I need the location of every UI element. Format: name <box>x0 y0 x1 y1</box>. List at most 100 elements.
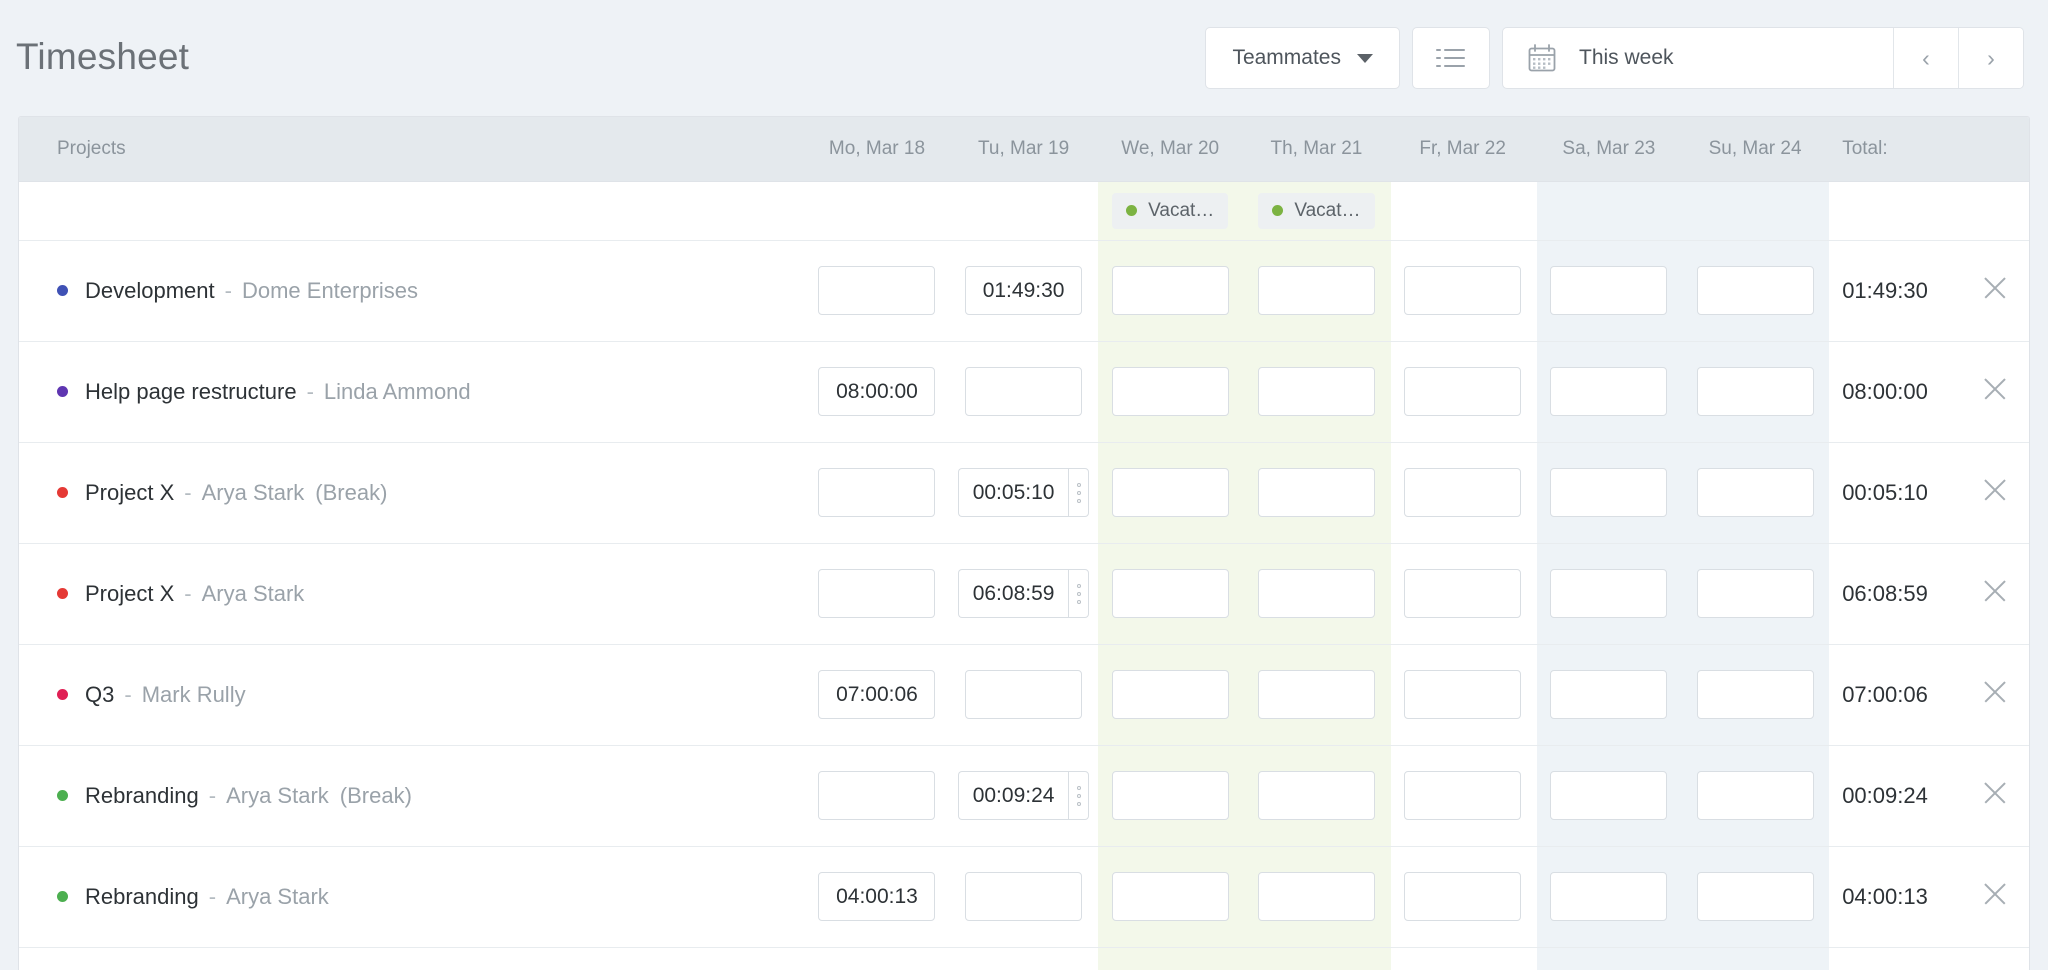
row-total: 00:05:10 <box>1828 442 1961 543</box>
time-input[interactable] <box>1697 569 1814 618</box>
time-input[interactable] <box>818 367 935 416</box>
time-input[interactable] <box>1550 468 1667 517</box>
time-input[interactable] <box>958 468 1068 517</box>
time-input[interactable] <box>1404 266 1521 315</box>
entry-options-handle-icon[interactable] <box>1068 569 1089 618</box>
time-input[interactable] <box>958 569 1068 618</box>
time-input[interactable] <box>1112 367 1229 416</box>
time-input[interactable] <box>1258 367 1375 416</box>
project-name[interactable]: Rebranding <box>85 783 199 809</box>
time-cell-2 <box>1097 644 1243 745</box>
time-input[interactable] <box>1258 771 1375 820</box>
delete-row-icon[interactable] <box>1980 576 2010 606</box>
time-input[interactable] <box>965 367 1082 416</box>
previous-week-button[interactable]: ‹ <box>1893 28 1958 88</box>
time-input[interactable] <box>965 872 1082 921</box>
time-input[interactable] <box>818 266 935 315</box>
time-input[interactable] <box>818 670 935 719</box>
project-name[interactable]: Development <box>85 278 215 304</box>
time-input[interactable] <box>818 569 935 618</box>
project-client[interactable]: Dome Enterprises <box>242 278 418 304</box>
time-input[interactable] <box>1550 771 1667 820</box>
date-range-selector[interactable]: This week <box>1503 28 1893 88</box>
time-cell-2 <box>1097 745 1243 846</box>
time-input[interactable] <box>1550 872 1667 921</box>
time-input[interactable] <box>1112 872 1229 921</box>
column-header-day-6: Su, Mar 24 <box>1682 117 1828 181</box>
time-input[interactable] <box>1258 670 1375 719</box>
time-input[interactable] <box>818 771 935 820</box>
time-cell-6 <box>1682 442 1828 543</box>
time-cell-4 <box>1390 745 1536 846</box>
delete-row-icon[interactable] <box>1980 879 2010 909</box>
time-input[interactable] <box>1404 771 1521 820</box>
time-input[interactable] <box>1550 670 1667 719</box>
holiday-badge[interactable]: Vacat… <box>1112 193 1228 229</box>
time-cell-5 <box>1536 240 1682 341</box>
project-client[interactable]: Linda Ammond <box>324 379 471 405</box>
time-input[interactable] <box>1404 367 1521 416</box>
delete-row-icon[interactable] <box>1980 475 2010 505</box>
project-client[interactable]: Mark Rully <box>142 682 246 708</box>
project-client[interactable]: Arya Stark <box>226 783 329 809</box>
time-input[interactable] <box>1404 468 1521 517</box>
time-input[interactable] <box>1112 670 1229 719</box>
row-actions <box>1961 341 2029 442</box>
row-actions <box>1961 240 2029 341</box>
list-view-button[interactable] <box>1412 27 1490 89</box>
time-cell-2 <box>1097 543 1243 644</box>
entry-options-handle-icon[interactable] <box>1068 468 1089 517</box>
project-break-label: (Break) <box>340 783 412 809</box>
time-input[interactable] <box>1258 872 1375 921</box>
time-input[interactable] <box>1697 670 1814 719</box>
project-name[interactable]: Q3 <box>85 682 114 708</box>
delete-row-icon[interactable] <box>1980 778 2010 808</box>
time-input[interactable] <box>1258 266 1375 315</box>
delete-row-icon[interactable] <box>1980 374 2010 404</box>
time-input[interactable] <box>1404 569 1521 618</box>
project-name[interactable]: Help page restructure <box>85 379 297 405</box>
time-input[interactable] <box>958 771 1068 820</box>
entry-options-handle-icon[interactable] <box>1068 771 1089 820</box>
time-input[interactable] <box>1404 670 1521 719</box>
time-input[interactable] <box>965 670 1082 719</box>
holiday-cell-1 <box>950 181 1097 240</box>
time-input[interactable] <box>1697 367 1814 416</box>
project-client[interactable]: Arya Stark <box>202 480 305 506</box>
time-input[interactable] <box>1550 367 1667 416</box>
time-input[interactable] <box>1697 872 1814 921</box>
holiday-label: Vacat… <box>1148 200 1214 222</box>
teammates-dropdown[interactable]: Teammates <box>1205 27 1400 89</box>
next-week-button[interactable]: › <box>1958 28 2023 88</box>
time-cell-1 <box>950 442 1097 543</box>
time-input[interactable] <box>1112 266 1229 315</box>
time-cell-0 <box>804 644 950 745</box>
time-cell-3 <box>1243 644 1389 745</box>
delete-row-icon[interactable] <box>1980 273 2010 303</box>
time-input[interactable] <box>818 468 935 517</box>
holiday-badge[interactable]: Vacat… <box>1258 193 1374 229</box>
time-cell-6 <box>1682 846 1828 947</box>
project-separator: - <box>184 581 191 607</box>
time-input[interactable] <box>1404 872 1521 921</box>
time-input[interactable] <box>1258 468 1375 517</box>
timesheet-table-container: ProjectsMo, Mar 18Tu, Mar 19We, Mar 20Th… <box>18 116 2030 970</box>
time-input[interactable] <box>1112 468 1229 517</box>
project-client[interactable]: Arya Stark <box>202 581 305 607</box>
time-input[interactable] <box>1550 569 1667 618</box>
time-input[interactable] <box>1697 266 1814 315</box>
delete-row-icon[interactable] <box>1980 677 2010 707</box>
project-name[interactable]: Project X <box>85 581 174 607</box>
time-input[interactable] <box>1697 468 1814 517</box>
time-cell-5 <box>1536 644 1682 745</box>
project-name[interactable]: Project X <box>85 480 174 506</box>
time-input[interactable] <box>1550 266 1667 315</box>
project-name[interactable]: Rebranding <box>85 884 199 910</box>
time-input[interactable] <box>965 266 1082 315</box>
time-input[interactable] <box>1112 771 1229 820</box>
project-client[interactable]: Arya Stark <box>226 884 329 910</box>
time-input[interactable] <box>818 872 935 921</box>
time-input[interactable] <box>1258 569 1375 618</box>
time-input[interactable] <box>1112 569 1229 618</box>
time-input[interactable] <box>1697 771 1814 820</box>
